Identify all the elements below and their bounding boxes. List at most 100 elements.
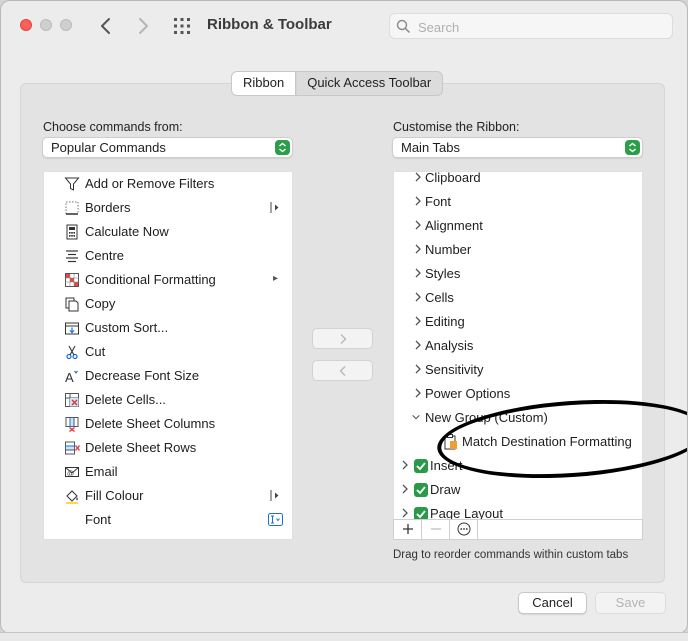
tree-group-label: Clipboard [425,171,481,185]
list-item[interactable]: Copy [44,292,292,316]
ribbon-tabs-select[interactable]: Main Tabs [392,137,643,158]
tree-group-font[interactable]: Font [394,190,642,214]
chevron-right-icon[interactable] [400,482,410,496]
delete-rows-icon [65,441,80,455]
command-label: Calculate Now [85,224,169,239]
command-label: Copy [85,296,116,311]
calculator-icon [66,224,78,240]
tree-group-styles[interactable]: Styles [394,262,642,286]
tree-tab-insert[interactable]: Insert [394,454,642,478]
add-to-ribbon-button[interactable] [312,328,373,349]
svg-text:@: @ [67,471,74,478]
command-label: Font [85,512,112,527]
list-item[interactable]: Font [44,508,292,532]
commands-list[interactable]: Add or Remove Filters Borders Calculate … [43,171,293,540]
window-title: Ribbon & Toolbar [207,16,332,33]
chevron-right-icon[interactable] [413,362,423,376]
list-item[interactable]: Conditional Formatting ▸ [44,268,292,292]
command-label: Delete Cells... [85,392,166,407]
chevron-right-icon[interactable] [413,386,423,400]
list-item[interactable]: Delete Cells... [44,388,292,412]
popup-stepper-icon [275,140,290,155]
search-field[interactable] [389,13,673,39]
chevron-right-icon[interactable] [413,314,423,328]
list-item[interactable]: Delete Sheet Columns [44,412,292,436]
save-button[interactable]: Save [595,592,666,614]
chevron-right-icon[interactable] [400,506,410,520]
more-options-button[interactable] [450,520,478,539]
command-label: Add or Remove Filters [85,176,215,191]
tab-quick-access-toolbar[interactable]: Quick Access Toolbar [296,72,442,95]
tree-group-new-custom[interactable]: New Group (Custom) [394,406,642,430]
tree-group-label: Styles [425,266,461,281]
command-label: Email [85,464,118,479]
chevron-right-icon[interactable] [413,218,423,232]
tree-group-power-options[interactable]: Power Options [394,382,642,406]
list-item[interactable]: Borders [44,196,292,220]
tree-group-sensitivity[interactable]: Sensitivity [394,358,642,382]
filter-icon [64,177,80,191]
search-icon [396,19,410,33]
tree-command-label: Match Destination Formatting [462,434,632,449]
chevron-down-icon[interactable] [411,410,421,424]
search-input[interactable] [416,17,660,37]
close-window-button[interactable] [20,19,32,31]
delete-columns-icon [65,417,79,432]
chevron-right-icon[interactable] [413,266,423,280]
list-item[interactable]: Fill Colour [44,484,292,508]
paste-format-icon [444,434,457,450]
scissors-icon [66,345,78,360]
tree-group-cells[interactable]: Cells [394,286,642,310]
tab-ribbon[interactable]: Ribbon [232,72,297,95]
tree-group-label: Font [425,194,452,209]
list-item[interactable]: @ Email [44,460,292,484]
tree-group-number[interactable]: Number [394,238,642,262]
popup-stepper-icon [625,140,640,155]
minimize-window-button[interactable] [40,19,52,31]
command-label: Fill Colour [85,488,144,503]
delete-cells-icon [65,393,79,407]
submenu-arrow-icon: ▸ [272,273,278,284]
ribbon-tree[interactable]: Clipboard Font Alignment Number Styles C… [393,171,643,520]
chevron-right-icon[interactable] [413,290,423,304]
tree-group-analysis[interactable]: Analysis [394,334,642,358]
ellipsis-circle-icon [457,522,470,536]
list-item[interactable]: Custom Sort... [44,316,292,340]
list-item[interactable]: Centre [44,244,292,268]
tree-group-clipboard[interactable]: Clipboard [394,171,642,190]
list-item[interactable]: Calculate Now [44,220,292,244]
zoom-window-button[interactable] [60,19,72,31]
chevron-right-icon[interactable] [413,338,423,352]
back-icon[interactable] [95,14,117,38]
forward-icon[interactable] [132,14,154,38]
chevron-left-icon [339,366,346,376]
chevron-right-icon[interactable] [413,171,423,184]
list-item[interactable]: A Decrease Font Size [44,364,292,388]
ribbon-tree-toolbar [393,519,643,540]
chevron-right-icon[interactable] [413,242,423,256]
cancel-button[interactable]: Cancel [518,592,587,614]
chevron-right-icon[interactable] [413,194,423,208]
command-label: Conditional Formatting [85,272,216,287]
add-button[interactable] [394,520,422,539]
decrease-font-icon: A [65,370,78,384]
chevron-right-icon[interactable] [400,458,410,472]
checkbox-checked-icon[interactable] [414,483,428,497]
svg-text:A: A [65,370,74,384]
list-item[interactable]: Cut [44,340,292,364]
tree-command-match-destination-formatting[interactable]: Match Destination Formatting [394,430,642,454]
commands-source-select[interactable]: Popular Commands [42,137,293,158]
list-item-partial [44,532,292,539]
remove-from-ribbon-button[interactable] [312,360,373,381]
remove-button[interactable] [422,520,450,539]
show-all-grid-icon[interactable] [173,17,191,35]
list-item[interactable]: Delete Sheet Rows [44,436,292,460]
tree-group-label: Number [425,242,472,257]
tree-group-editing[interactable]: Editing [394,310,642,334]
checkbox-checked-icon[interactable] [414,459,428,473]
tree-group-alignment[interactable]: Alignment [394,214,642,238]
tree-tab-draw[interactable]: Draw [394,478,642,502]
fill-colour-icon [66,490,78,504]
tree-tab-page-layout[interactable]: Page Layout [394,502,642,520]
list-item[interactable]: Add or Remove Filters [44,172,292,196]
